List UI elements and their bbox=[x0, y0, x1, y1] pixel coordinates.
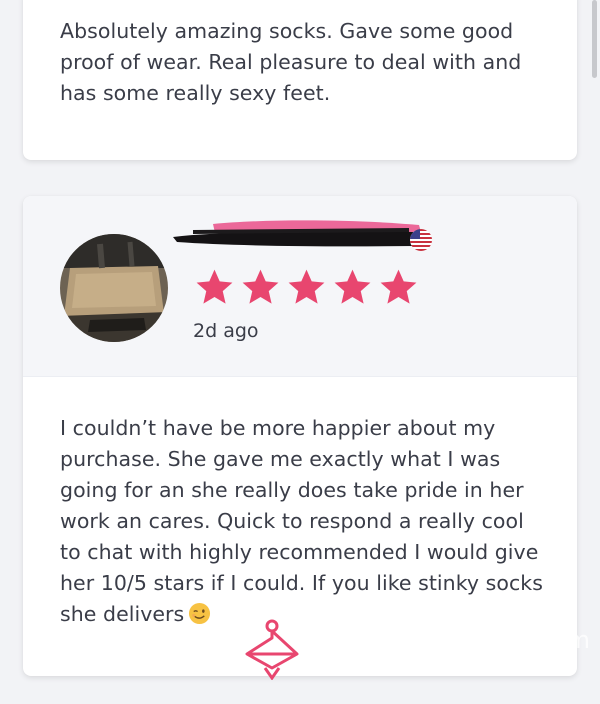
review-card: 2d ago I couldn’t have be more happier a… bbox=[23, 196, 577, 676]
reviewer-avatar[interactable] bbox=[60, 234, 168, 342]
review-header: 2d ago bbox=[23, 196, 577, 377]
scrollbar[interactable] bbox=[592, 0, 597, 78]
review-text: Absolutely amazing socks. Gave some good… bbox=[60, 19, 522, 105]
reviewer-username-redacted bbox=[173, 220, 435, 248]
star-icon bbox=[380, 269, 417, 304]
watermark-text: .com bbox=[531, 626, 590, 654]
review-body: I couldn’t have be more happier about my… bbox=[60, 416, 543, 626]
wink-emoji-icon bbox=[189, 602, 211, 625]
us-flag-icon bbox=[410, 229, 432, 251]
review-card-previous: Absolutely amazing socks. Gave some good… bbox=[23, 0, 577, 160]
hanger-logo-icon bbox=[243, 618, 301, 681]
star-icon bbox=[196, 269, 233, 304]
star-icon bbox=[288, 269, 325, 304]
star-rating bbox=[193, 266, 420, 309]
review-text: I couldn’t have be more happier about my… bbox=[60, 413, 547, 630]
star-icon bbox=[242, 269, 279, 304]
review-timestamp: 2d ago bbox=[193, 320, 259, 342]
star-icon bbox=[334, 269, 371, 304]
